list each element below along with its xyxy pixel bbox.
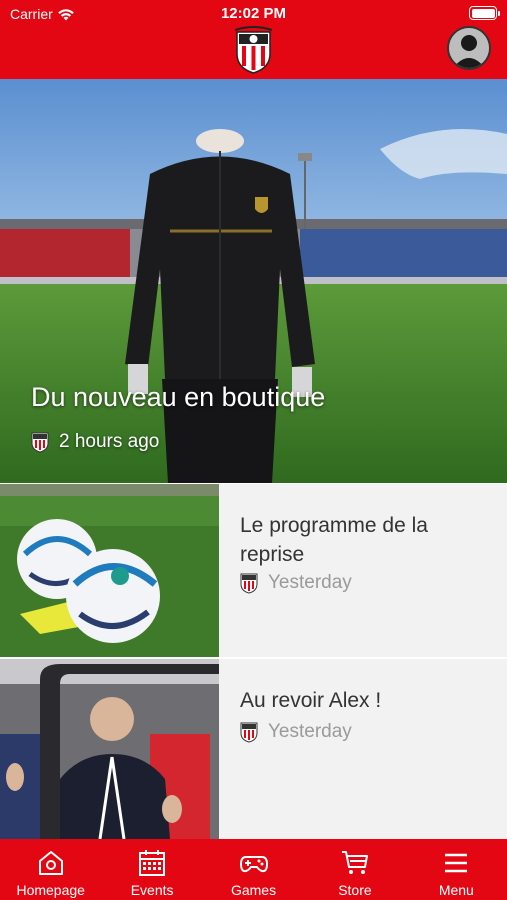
status-bar: Carrier 12:02 PM <box>0 0 507 28</box>
featured-article-image <box>0 79 507 483</box>
featured-article-card[interactable]: Du nouveau en boutique 2 hours ago <box>0 79 507 483</box>
tab-events-label: Events <box>130 882 174 898</box>
profile-avatar-button[interactable] <box>447 26 491 70</box>
featured-article-meta: 2 hours ago <box>31 431 159 453</box>
article-title: Le programme de la reprise <box>240 514 428 566</box>
article-title: Au revoir Alex ! <box>240 689 382 712</box>
article-list-item[interactable]: Le programme de la reprise Yesterday <box>0 484 507 657</box>
tab-events[interactable]: Events <box>101 839 202 900</box>
featured-article-time: 2 hours ago <box>59 431 160 452</box>
club-crest-icon <box>240 573 258 594</box>
tab-homepage[interactable]: Homepage <box>0 839 101 900</box>
gamepad-icon <box>239 856 268 873</box>
tab-games[interactable]: Games <box>203 839 304 900</box>
article-thumbnail <box>0 484 219 657</box>
battery-icon <box>469 6 500 20</box>
bottom-tab-bar: Homepage Events Games Store Menu <box>0 839 507 900</box>
article-list-item[interactable]: Au revoir Alex ! Yesterday <box>0 659 507 839</box>
club-crest-logo[interactable] <box>235 26 272 74</box>
article-meta: Yesterday <box>240 721 352 743</box>
tab-store[interactable]: Store <box>304 839 405 900</box>
user-icon <box>449 28 489 68</box>
article-time: Yesterday <box>268 572 352 593</box>
article-meta: Yesterday <box>240 572 352 594</box>
club-crest-icon <box>240 722 258 743</box>
calendar-icon <box>139 850 166 876</box>
tab-menu[interactable]: Menu <box>406 839 507 900</box>
coach-photo-image <box>0 659 219 839</box>
app-header: Carrier 12:02 PM <box>0 0 507 79</box>
tab-store-label: Store <box>338 882 372 898</box>
tab-homepage-label: Homepage <box>16 882 85 898</box>
home-icon <box>38 851 63 875</box>
footballs-image <box>0 484 219 657</box>
menu-icon <box>445 853 468 873</box>
article-thumbnail <box>0 659 219 839</box>
club-crest-icon <box>31 432 49 453</box>
status-time: 12:02 PM <box>220 5 287 22</box>
featured-article-title: Du nouveau en boutique <box>31 382 326 412</box>
cart-icon <box>341 851 368 874</box>
tab-games-label: Games <box>230 882 277 898</box>
tab-menu-label: Menu <box>438 882 474 898</box>
article-time: Yesterday <box>268 721 352 742</box>
